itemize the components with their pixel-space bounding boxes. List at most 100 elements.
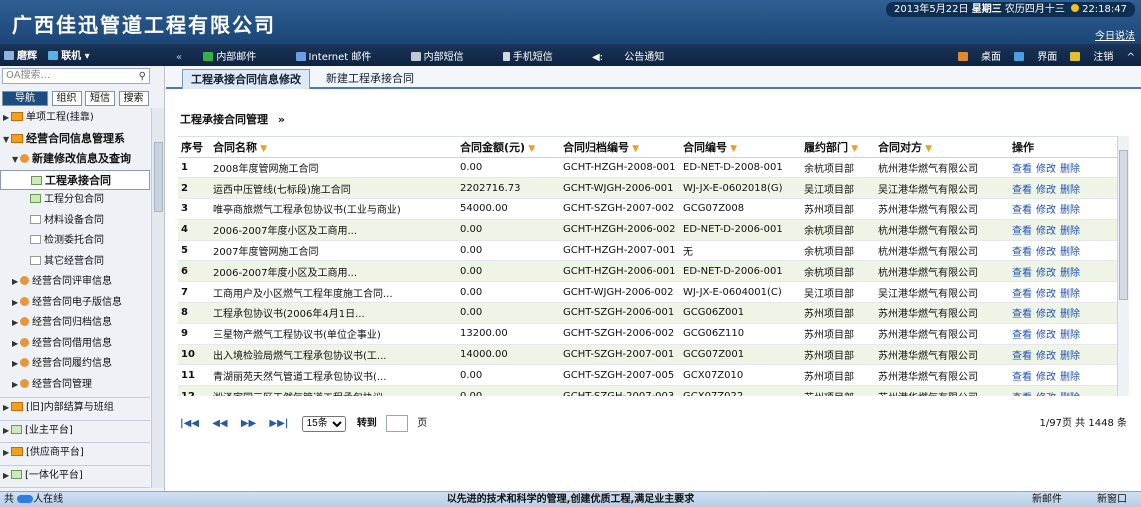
view-link[interactable]: 查看 xyxy=(1012,351,1032,362)
table-row[interactable]: 3 唯亭商旅燃气工程承包协议书(工业与商业) 54000.00 GCHT-SZGH-2… xyxy=(178,198,1118,220)
scrollbar-thumb[interactable] xyxy=(154,142,163,212)
view-link[interactable]: 查看 xyxy=(1012,268,1032,279)
column-header[interactable]: 序号 xyxy=(178,137,210,158)
collapsed-arrow-icon[interactable]: ▶ xyxy=(3,398,11,419)
delete-link[interactable]: 删除 xyxy=(1060,351,1080,362)
table-row[interactable]: 6 2006-2007年度小区及工商用... 0.00 GCHT-HZGH-2006-… xyxy=(178,260,1118,283)
table-row[interactable]: 10 出入境检验局燃气工程承包协议书(工... 14000.00 GCHT-SZGH-… xyxy=(178,344,1118,366)
sidebar-item[interactable]: 工程分包合同 xyxy=(0,190,150,211)
tab-navigation[interactable]: 导航 xyxy=(2,91,48,106)
logout-button[interactable]: 注销 xyxy=(1070,52,1113,63)
edit-link[interactable]: 修改 xyxy=(1036,289,1056,300)
edit-link[interactable]: 修改 xyxy=(1036,164,1056,175)
view-link[interactable]: 查看 xyxy=(1012,393,1032,396)
view-link[interactable]: 查看 xyxy=(1012,309,1032,320)
table-row[interactable]: 4 2006-2007年度小区及工商用... 0.00 GCHT-HZGH-2006-… xyxy=(178,219,1118,241)
collapsed-arrow-icon[interactable]: ▶ xyxy=(3,466,11,487)
edit-link[interactable]: 修改 xyxy=(1036,226,1056,237)
column-header[interactable]: 操作 xyxy=(1009,137,1118,158)
column-header[interactable]: 合同对方 ▼ xyxy=(875,137,1009,158)
table-row[interactable]: 11 青湖丽苑天然气管道工程承包协议书(... 0.00 GCHT-SZGH-2007… xyxy=(178,364,1118,387)
internal-mail-button[interactable]: 内部邮件 xyxy=(203,52,274,63)
view-link[interactable]: 查看 xyxy=(1012,226,1032,237)
table-row[interactable]: 8 工程承包协议书(2006年4月1日... 0.00 GCHT-SZGH-2006-… xyxy=(178,302,1118,324)
tab-edit-contract[interactable]: 工程承接合同信息修改 xyxy=(182,69,310,89)
new-window-link[interactable]: 新窗口 xyxy=(1097,492,1127,507)
column-header[interactable]: 合同金额(元) ▼ xyxy=(457,137,560,158)
table-row[interactable]: 9 三星物产燃气工程协议书(单位企事业) 13200.00 GCHT-SZGH-200… xyxy=(178,323,1118,345)
column-header[interactable]: 合同归档编号 ▼ xyxy=(560,137,680,158)
sidebar-item[interactable]: 检测委托合同 xyxy=(0,231,150,252)
sort-arrow-icon[interactable]: ▼ xyxy=(629,144,639,154)
edit-link[interactable]: 修改 xyxy=(1036,351,1056,362)
sidebar-item[interactable]: 其它经营合同 xyxy=(0,252,150,273)
edit-link[interactable]: 修改 xyxy=(1036,330,1056,341)
collapsed-arrow-icon[interactable]: ▶ xyxy=(12,354,20,375)
edit-link[interactable]: 修改 xyxy=(1036,309,1056,320)
sidebar-item[interactable]: ▶ [一体化平台] xyxy=(0,464,150,487)
next-page-icon[interactable]: ▶▶ xyxy=(241,418,256,429)
delete-link[interactable]: 删除 xyxy=(1060,309,1080,320)
grid-scrollbar[interactable] xyxy=(1117,136,1129,396)
collapse-icon[interactable]: « xyxy=(176,52,182,63)
collapsed-arrow-icon[interactable]: ▶ xyxy=(12,293,20,314)
delete-link[interactable]: 删除 xyxy=(1060,185,1080,196)
collapsed-arrow-icon[interactable]: ▶ xyxy=(12,334,20,355)
collapse-section-icon[interactable]: » xyxy=(278,113,285,126)
sidebar-item[interactable]: ▶ 经营合同履约信息 xyxy=(0,354,150,375)
mobile-sms-button[interactable]: 手机短信 xyxy=(502,52,571,63)
scrollbar-thumb[interactable] xyxy=(1119,150,1128,300)
internet-mail-button[interactable]: Internet 邮件 xyxy=(295,52,390,63)
collapsed-arrow-icon[interactable]: ▶ xyxy=(12,375,20,396)
sidebar-item[interactable]: ▶ 经营合同电子版信息 xyxy=(0,293,150,314)
sidebar-item[interactable]: ▶ 单项工程(挂靠) xyxy=(0,108,150,129)
tab-sms[interactable]: 短信 xyxy=(85,91,115,106)
table-row[interactable]: 1 2008年度管网施工合同 0.00 GCHT-HZGH-2008-001 ED-NE… xyxy=(178,157,1118,179)
prev-page-icon[interactable]: ◀◀ xyxy=(212,418,227,429)
sort-arrow-icon[interactable]: ▼ xyxy=(257,144,267,154)
notice-button[interactable]: ◀: 公告通知 xyxy=(592,52,682,63)
edit-link[interactable]: 修改 xyxy=(1036,247,1056,258)
edit-link[interactable]: 修改 xyxy=(1036,185,1056,196)
user-status[interactable]: 磨辉 联机 ▾ xyxy=(4,47,98,62)
view-link[interactable]: 查看 xyxy=(1012,247,1032,258)
table-row[interactable]: 2 运西中压管线(七标段)施工合同 2202716.73 GCHT-WJGH-2006… xyxy=(178,177,1118,200)
view-link[interactable]: 查看 xyxy=(1012,164,1032,175)
expanded-arrow-icon[interactable]: ▼ xyxy=(3,130,11,151)
sort-arrow-icon[interactable]: ▼ xyxy=(727,144,737,154)
delete-link[interactable]: 删除 xyxy=(1060,247,1080,258)
sidebar-item[interactable]: ▶ 经营合同评审信息 xyxy=(0,272,150,293)
delete-link[interactable]: 删除 xyxy=(1060,372,1080,383)
delete-link[interactable]: 删除 xyxy=(1060,330,1080,341)
today-link[interactable]: 今日说法 xyxy=(1095,27,1135,42)
column-header[interactable]: 合同名称 ▼ xyxy=(210,137,457,158)
collapsed-arrow-icon[interactable]: ▶ xyxy=(3,421,11,442)
delete-link[interactable]: 删除 xyxy=(1060,164,1080,175)
search-icon[interactable]: ⚲ xyxy=(139,70,146,84)
sidebar-item[interactable]: ▼ 新建修改信息及查询 xyxy=(0,149,150,170)
table-row[interactable]: 12淞泽家园三区天然气管道工程承包协议...0.00GCHT-SZGH-2007… xyxy=(178,385,1118,396)
view-link[interactable]: 查看 xyxy=(1012,289,1032,300)
edit-link[interactable]: 修改 xyxy=(1036,268,1056,279)
table-row[interactable]: 5 2007年度管网施工合同 0.00 GCHT-HZGH-2007-001 无余杭项目… xyxy=(178,240,1118,262)
sort-arrow-icon[interactable]: ▼ xyxy=(848,144,858,154)
delete-link[interactable]: 删除 xyxy=(1060,393,1080,396)
tab-organization[interactable]: 组织 xyxy=(51,91,82,106)
new-mail-link[interactable]: 新邮件 xyxy=(1032,492,1062,507)
sidebar-item[interactable]: 材料设备合同 xyxy=(0,211,150,232)
sidebar-item[interactable]: 工程承接合同 xyxy=(0,169,150,190)
online-users[interactable]: 共 人在线 xyxy=(4,492,63,507)
collapsed-arrow-icon[interactable]: ▶ xyxy=(12,272,20,293)
edit-link[interactable]: 修改 xyxy=(1036,205,1056,216)
collapsed-arrow-icon[interactable]: ▶ xyxy=(3,443,11,464)
view-link[interactable]: 查看 xyxy=(1012,205,1032,216)
delete-link[interactable]: 删除 xyxy=(1060,205,1080,216)
sidebar-item[interactable]: ▶ 经营合同管理 xyxy=(0,375,150,396)
sidebar-scrollbar[interactable] xyxy=(151,108,164,488)
internal-sms-button[interactable]: 内部短信 xyxy=(410,52,482,63)
collapsed-arrow-icon[interactable]: ▶ xyxy=(12,313,20,334)
sidebar-item[interactable]: ▶ 经营合同借用信息 xyxy=(0,334,150,355)
first-page-icon[interactable]: |◀◀ xyxy=(180,418,199,429)
edit-link[interactable]: 修改 xyxy=(1036,372,1056,383)
view-link[interactable]: 查看 xyxy=(1012,330,1032,341)
